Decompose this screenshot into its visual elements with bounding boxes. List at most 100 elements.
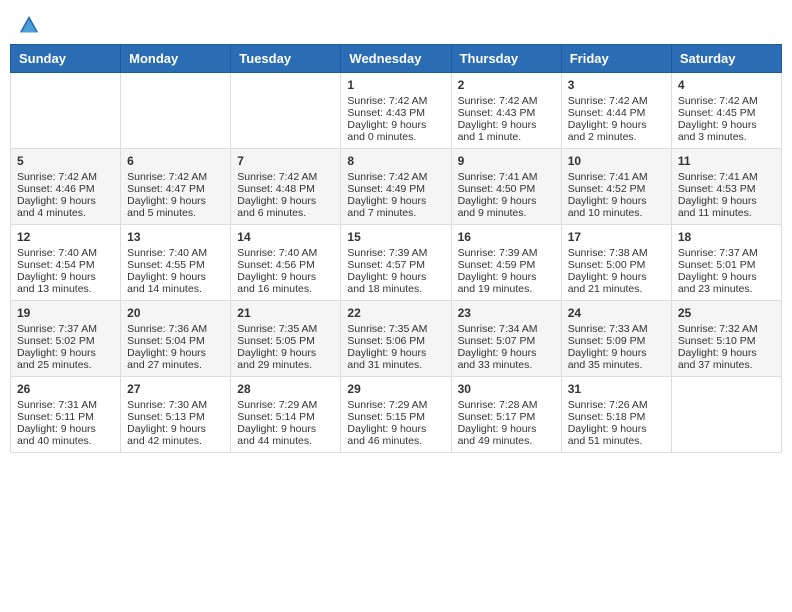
- day-number: 31: [568, 382, 665, 396]
- day-info: Sunrise: 7:41 AM: [458, 171, 555, 183]
- day-info: Daylight: 9 hours and 0 minutes.: [347, 119, 444, 143]
- day-info: Sunrise: 7:42 AM: [347, 95, 444, 107]
- day-number: 4: [678, 78, 775, 92]
- weekday-header: Wednesday: [341, 45, 451, 73]
- day-number: 10: [568, 154, 665, 168]
- day-number: 11: [678, 154, 775, 168]
- day-info: Daylight: 9 hours and 7 minutes.: [347, 195, 444, 219]
- day-number: 18: [678, 230, 775, 244]
- day-info: Sunrise: 7:41 AM: [568, 171, 665, 183]
- calendar-cell: 7Sunrise: 7:42 AMSunset: 4:48 PMDaylight…: [231, 149, 341, 225]
- logo: [16, 14, 40, 32]
- day-info: Sunset: 5:10 PM: [678, 335, 775, 347]
- day-info: Daylight: 9 hours and 9 minutes.: [458, 195, 555, 219]
- day-info: Daylight: 9 hours and 16 minutes.: [237, 271, 334, 295]
- day-info: Sunrise: 7:36 AM: [127, 323, 224, 335]
- day-info: Sunrise: 7:35 AM: [347, 323, 444, 335]
- day-info: Sunset: 5:15 PM: [347, 411, 444, 423]
- calendar-cell: 21Sunrise: 7:35 AMSunset: 5:05 PMDayligh…: [231, 301, 341, 377]
- day-number: 17: [568, 230, 665, 244]
- calendar-cell: 8Sunrise: 7:42 AMSunset: 4:49 PMDaylight…: [341, 149, 451, 225]
- day-info: Sunset: 5:06 PM: [347, 335, 444, 347]
- day-number: 22: [347, 306, 444, 320]
- day-info: Daylight: 9 hours and 46 minutes.: [347, 423, 444, 447]
- day-info: Sunrise: 7:42 AM: [678, 95, 775, 107]
- day-info: Daylight: 9 hours and 2 minutes.: [568, 119, 665, 143]
- day-info: Sunrise: 7:42 AM: [17, 171, 114, 183]
- day-number: 3: [568, 78, 665, 92]
- calendar-cell: [11, 73, 121, 149]
- calendar-cell: 26Sunrise: 7:31 AMSunset: 5:11 PMDayligh…: [11, 377, 121, 453]
- day-number: 16: [458, 230, 555, 244]
- weekday-header: Tuesday: [231, 45, 341, 73]
- day-number: 28: [237, 382, 334, 396]
- day-info: Daylight: 9 hours and 31 minutes.: [347, 347, 444, 371]
- day-info: Sunset: 5:13 PM: [127, 411, 224, 423]
- day-info: Sunset: 5:18 PM: [568, 411, 665, 423]
- day-info: Daylight: 9 hours and 49 minutes.: [458, 423, 555, 447]
- calendar-cell: 31Sunrise: 7:26 AMSunset: 5:18 PMDayligh…: [561, 377, 671, 453]
- calendar-cell: [671, 377, 781, 453]
- day-info: Sunrise: 7:31 AM: [17, 399, 114, 411]
- day-info: Sunrise: 7:39 AM: [347, 247, 444, 259]
- calendar-week-row: 26Sunrise: 7:31 AMSunset: 5:11 PMDayligh…: [11, 377, 782, 453]
- day-number: 27: [127, 382, 224, 396]
- calendar-cell: [121, 73, 231, 149]
- day-info: Daylight: 9 hours and 27 minutes.: [127, 347, 224, 371]
- calendar-cell: 17Sunrise: 7:38 AMSunset: 5:00 PMDayligh…: [561, 225, 671, 301]
- day-number: 24: [568, 306, 665, 320]
- day-info: Daylight: 9 hours and 25 minutes.: [17, 347, 114, 371]
- weekday-header: Thursday: [451, 45, 561, 73]
- calendar-cell: 6Sunrise: 7:42 AMSunset: 4:47 PMDaylight…: [121, 149, 231, 225]
- calendar-table: SundayMondayTuesdayWednesdayThursdayFrid…: [10, 44, 782, 453]
- calendar-cell: 19Sunrise: 7:37 AMSunset: 5:02 PMDayligh…: [11, 301, 121, 377]
- day-info: Daylight: 9 hours and 1 minute.: [458, 119, 555, 143]
- day-info: Sunset: 4:52 PM: [568, 183, 665, 195]
- day-info: Sunrise: 7:30 AM: [127, 399, 224, 411]
- day-info: Daylight: 9 hours and 10 minutes.: [568, 195, 665, 219]
- day-number: 9: [458, 154, 555, 168]
- day-number: 5: [17, 154, 114, 168]
- day-info: Sunrise: 7:35 AM: [237, 323, 334, 335]
- calendar-cell: 4Sunrise: 7:42 AMSunset: 4:45 PMDaylight…: [671, 73, 781, 149]
- day-info: Daylight: 9 hours and 5 minutes.: [127, 195, 224, 219]
- day-info: Sunset: 4:47 PM: [127, 183, 224, 195]
- day-number: 23: [458, 306, 555, 320]
- day-info: Sunset: 4:44 PM: [568, 107, 665, 119]
- day-number: 15: [347, 230, 444, 244]
- day-number: 20: [127, 306, 224, 320]
- day-info: Sunrise: 7:29 AM: [347, 399, 444, 411]
- weekday-header: Sunday: [11, 45, 121, 73]
- calendar-cell: 27Sunrise: 7:30 AMSunset: 5:13 PMDayligh…: [121, 377, 231, 453]
- logo-icon: [18, 14, 40, 36]
- day-info: Sunrise: 7:40 AM: [237, 247, 334, 259]
- calendar-cell: 1Sunrise: 7:42 AMSunset: 4:43 PMDaylight…: [341, 73, 451, 149]
- day-info: Sunset: 4:53 PM: [678, 183, 775, 195]
- day-number: 14: [237, 230, 334, 244]
- calendar-cell: 15Sunrise: 7:39 AMSunset: 4:57 PMDayligh…: [341, 225, 451, 301]
- calendar-cell: 22 Sunrise: 7:35 AMSunset: 5:06 PMDayligh…: [341, 301, 451, 377]
- weekday-header: Saturday: [671, 45, 781, 73]
- calendar-week-row: 19Sunrise: 7:37 AMSunset: 5:02 PMDayligh…: [11, 301, 782, 377]
- day-info: Sunset: 5:09 PM: [568, 335, 665, 347]
- day-number: 19: [17, 306, 114, 320]
- calendar-week-row: 1Sunrise: 7:42 AMSunset: 4:43 PMDaylight…: [11, 73, 782, 149]
- day-info: Sunrise: 7:29 AM: [237, 399, 334, 411]
- day-info: Daylight: 9 hours and 18 minutes.: [347, 271, 444, 295]
- day-number: 8: [347, 154, 444, 168]
- calendar-cell: 20Sunrise: 7:36 AMSunset: 5:04 PMDayligh…: [121, 301, 231, 377]
- day-info: Daylight: 9 hours and 6 minutes.: [237, 195, 334, 219]
- day-info: Sunrise: 7:41 AM: [678, 171, 775, 183]
- day-info: Sunset: 5:01 PM: [678, 259, 775, 271]
- day-info: Sunrise: 7:40 AM: [17, 247, 114, 259]
- day-number: 7: [237, 154, 334, 168]
- calendar-week-row: 5Sunrise: 7:42 AMSunset: 4:46 PMDaylight…: [11, 149, 782, 225]
- day-info: Daylight: 9 hours and 14 minutes.: [127, 271, 224, 295]
- day-info: Daylight: 9 hours and 11 minutes.: [678, 195, 775, 219]
- calendar-cell: 14Sunrise: 7:40 AMSunset: 4:56 PMDayligh…: [231, 225, 341, 301]
- day-info: Daylight: 9 hours and 40 minutes.: [17, 423, 114, 447]
- day-info: Daylight: 9 hours and 35 minutes.: [568, 347, 665, 371]
- day-info: Sunset: 5:07 PM: [458, 335, 555, 347]
- calendar-cell: 28Sunrise: 7:29 AMSunset: 5:14 PMDayligh…: [231, 377, 341, 453]
- calendar-cell: 11 Sunrise: 7:41 AMSunset: 4:53 PMDayligh…: [671, 149, 781, 225]
